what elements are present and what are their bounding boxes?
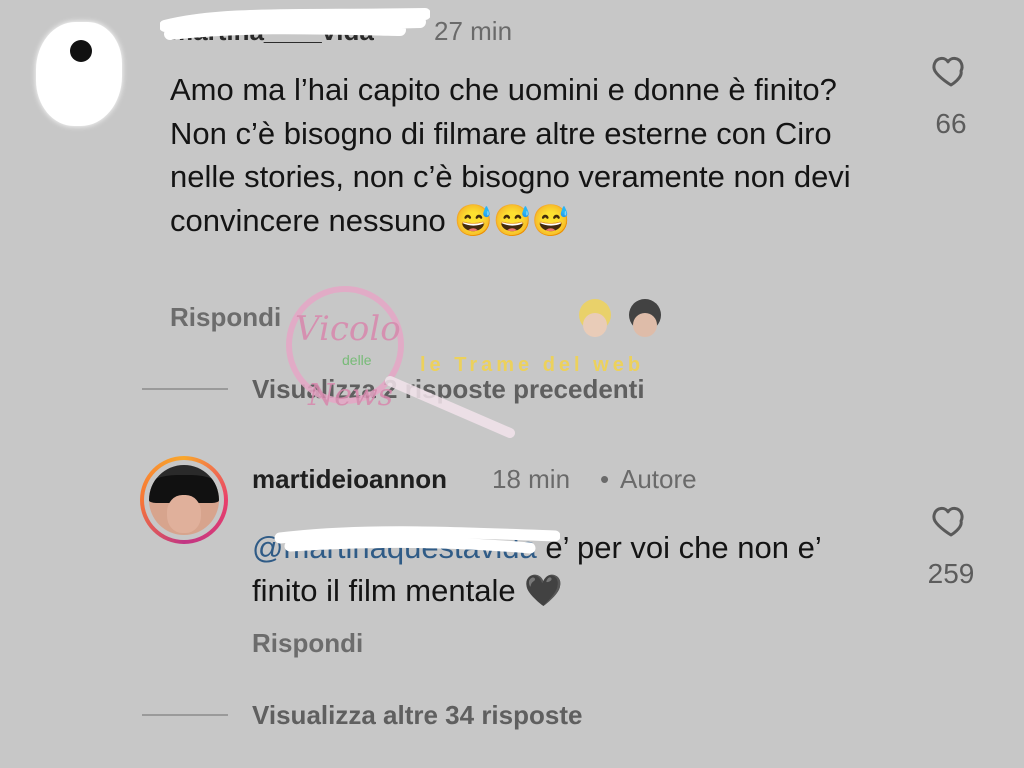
reply-button[interactable]: Rispondi [252, 628, 363, 659]
reply-time: 18 min [492, 464, 571, 494]
emoji-black-heart: 🖤 [524, 573, 563, 608]
comment-text: Amo ma l’hai capito che uomini e donne è… [170, 68, 890, 242]
watermark-text: Vicolo [295, 309, 401, 349]
view-more-replies[interactable]: Visualizza altre 34 risposte [252, 700, 582, 731]
redaction-scribble [160, 8, 430, 40]
svg-text:News: News [307, 378, 393, 413]
heart-icon[interactable] [931, 500, 971, 540]
watermark-logo: Vicolo delle News le Trame del web [286, 286, 661, 438]
redacted-avatar[interactable] [36, 22, 122, 126]
heart-icon[interactable] [931, 50, 971, 90]
divider [142, 714, 228, 716]
redaction-scribble [274, 526, 560, 554]
author-badge: Autore [620, 464, 697, 494]
comment-time: 27 min [434, 16, 513, 46]
reply-username[interactable]: martideioannon [252, 464, 447, 495]
svg-text:delle: delle [342, 352, 372, 368]
like-count: 66 [935, 108, 967, 139]
author-avatar[interactable] [140, 456, 228, 544]
emoji-sweat-smile: 😅😅😅 [454, 202, 571, 238]
like-count: 259 [927, 558, 975, 589]
svg-text:le Trame del web: le Trame del web [420, 354, 644, 376]
separator-dot: • [600, 464, 610, 494]
divider [142, 388, 228, 390]
